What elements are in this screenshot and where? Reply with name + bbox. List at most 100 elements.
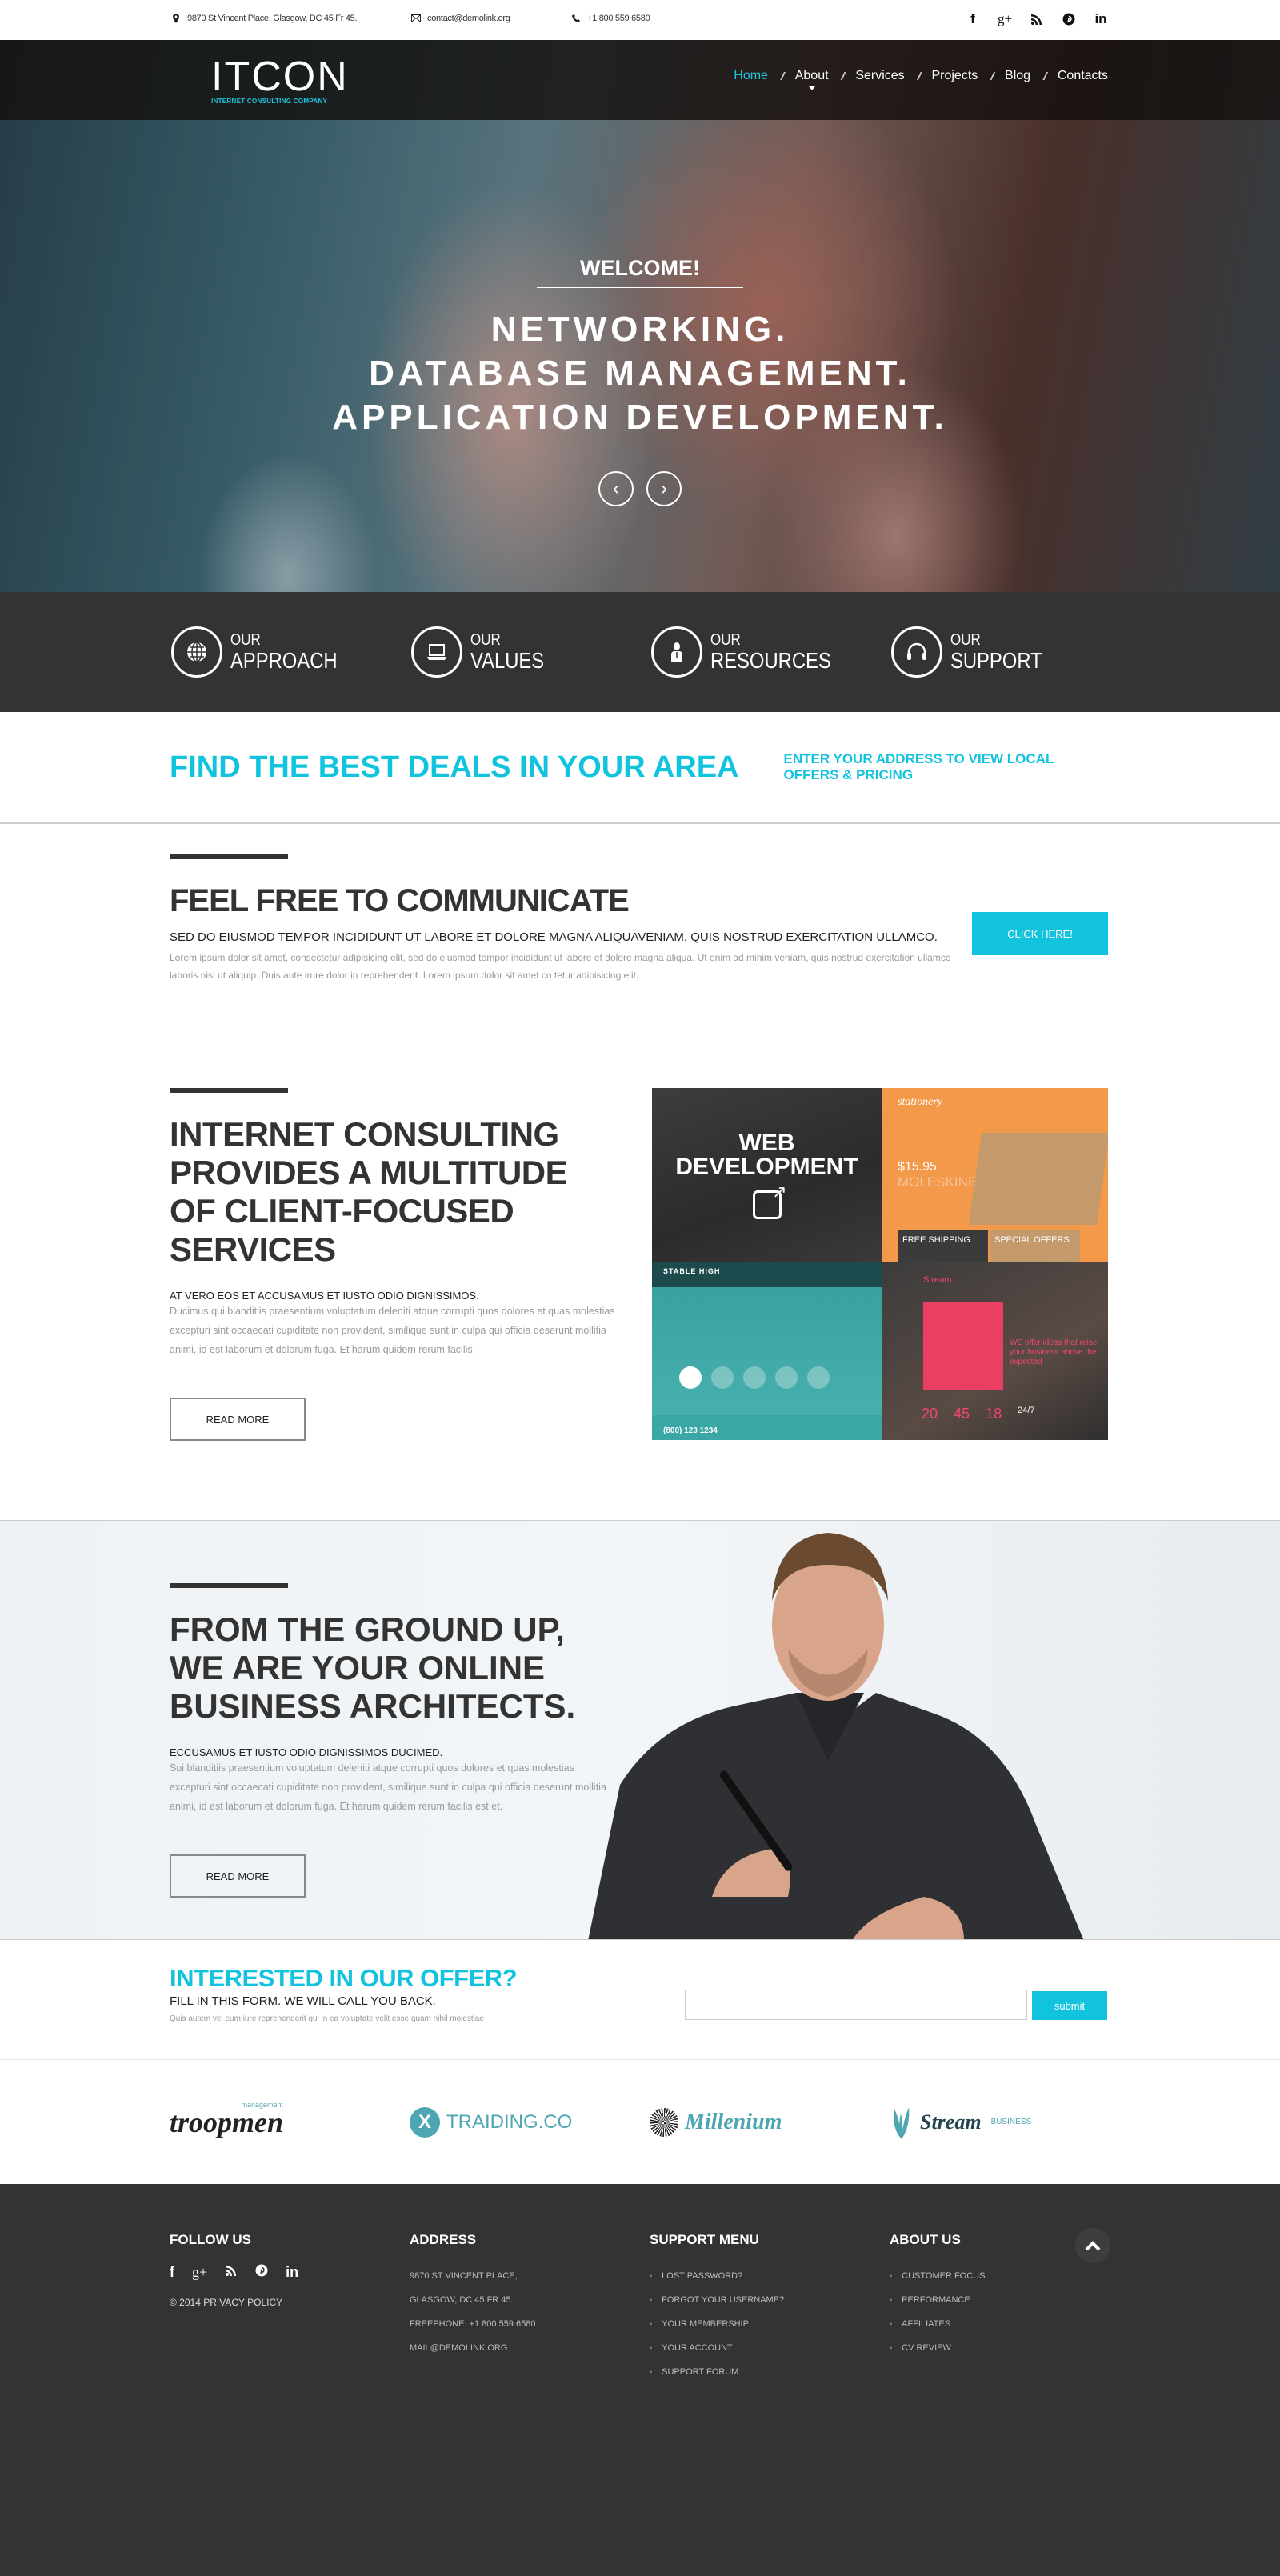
click-here-button[interactable]: CLICK HERE! <box>972 912 1108 955</box>
footer-address: ADDRESS 9870 ST VINCENT PLACE, GLASGOW, … <box>410 2232 650 2576</box>
facebook-icon[interactable]: f <box>170 2264 174 2281</box>
deals-banner: FIND THE BEST DEALS IN YOUR AREA ENTER Y… <box>0 712 1280 824</box>
back-to-top-button[interactable] <box>1075 2228 1110 2263</box>
overlay-title: WEB DEVELOPMENT <box>675 1130 858 1180</box>
feature-values[interactable]: OUR VALUES <box>411 626 651 678</box>
partner-millenium[interactable]: Millenium <box>650 2107 890 2137</box>
hero-line-2: DATABASE MANAGEMENT. <box>369 354 911 393</box>
support-link[interactable]: YOUR ACCOUNT <box>650 2336 890 2360</box>
linkedin-icon[interactable]: in <box>1094 11 1108 27</box>
partner-traiding[interactable]: X TRAIDING.CO <box>410 2106 650 2138</box>
footer-social-links: f g+ in <box>170 2264 410 2281</box>
pinterest-icon[interactable] <box>255 2264 268 2281</box>
read-more-button[interactable]: READ MORE <box>170 1398 306 1441</box>
support-link[interactable]: LOST PASSWORD? <box>650 2264 890 2288</box>
support-link[interactable]: YOUR MEMBERSHIP <box>650 2312 890 2336</box>
hero-caption: WELCOME! NETWORKING. DATABASE MANAGEMENT… <box>0 256 1280 506</box>
about-link[interactable]: AFFILIATES <box>890 2312 1130 2336</box>
submit-button[interactable]: submit <box>1032 1991 1107 2020</box>
top-social-links: f g+ in <box>966 11 1108 27</box>
architects-section: FROM THE GROUND UP, WE ARE YOUR ONLINE B… <box>0 1520 1280 1940</box>
pinterest-icon[interactable] <box>1062 11 1076 27</box>
tile-price: $15.95 <box>898 1160 937 1174</box>
linkedin-icon[interactable]: in <box>286 2264 298 2281</box>
slider-prev-button[interactable]: ‹ <box>598 471 634 506</box>
troopmen-name: troopmen <box>170 2106 284 2138</box>
nav-home[interactable]: Home <box>734 69 768 83</box>
nav-blog[interactable]: Blog <box>1005 69 1030 83</box>
freephone-line: FREEPHONE: +1 800 559 6580 <box>410 2319 536 2329</box>
site-logo[interactable]: ITCON INTERNET CONSULTING COMPANY <box>211 54 349 105</box>
partner-logos: management troopmen X TRAIDING.CO Milleni… <box>0 2060 1280 2184</box>
nav-contacts[interactable]: Contacts <box>1058 69 1108 83</box>
services-lead: AT VERO EOS ET ACCUSAMUS ET IUSTO ODIO D… <box>170 1290 479 1302</box>
facebook-icon[interactable]: f <box>966 11 980 27</box>
google-plus-icon[interactable]: g+ <box>192 2264 207 2281</box>
partner-troopmen[interactable]: management troopmen <box>170 2101 410 2139</box>
tile-brand: stationery <box>898 1096 942 1108</box>
callback-input[interactable] <box>685 1990 1027 2020</box>
gallery-tile-web-development[interactable]: WEB DEVELOPMENT <box>652 1088 882 1262</box>
google-plus-icon[interactable]: g+ <box>998 11 1012 27</box>
support-link[interactable]: SUPPORT FORUM <box>650 2360 890 2384</box>
about-link[interactable]: CUSTOMER FOCUS <box>890 2264 1130 2288</box>
email-link[interactable]: contact@demolink.org <box>427 14 510 23</box>
feature-big: APPROACH <box>230 648 338 673</box>
services-body: Ducimus qui blanditiis praesentium volup… <box>170 1306 615 1355</box>
top-contact-bar: 9870 St Vincent Place, Glasgow, DC 45 Fr… <box>0 0 1280 40</box>
tile-graphic <box>923 1302 1003 1390</box>
slider-next-button[interactable]: › <box>646 471 682 506</box>
gallery-tile-stream[interactable]: Stream WE offer ideas that raise your bu… <box>882 1262 1108 1440</box>
external-link-icon[interactable] <box>752 1182 787 1219</box>
services-text: INTERNET CONSULTING PROVIDES A MULTITUDE… <box>170 1088 618 1441</box>
partner-stream[interactable]: Stream BUSINESS <box>890 2106 1130 2139</box>
deals-subtitle[interactable]: ENTER YOUR ADDRESS TO VIEW LOCAL OFFERS … <box>784 751 1056 783</box>
x-badge-icon: X <box>410 2106 440 2138</box>
troopmen-tag: management <box>241 2100 284 2109</box>
hero-divider <box>537 287 743 288</box>
globe-icon <box>171 626 222 678</box>
feature-big: RESOURCES <box>710 648 831 673</box>
address-line: 9870 ST VINCENT PLACE, <box>410 2271 518 2281</box>
traiding-name: TRAIDING.CO <box>446 2110 573 2133</box>
nav-services[interactable]: Services <box>855 69 904 83</box>
footer-heading: FOLLOW US <box>170 2232 251 2247</box>
email-info: contact@demolink.org <box>411 14 510 23</box>
nav-separator: // <box>780 70 784 82</box>
address-line: GLASGOW, DC 45 FR 45. <box>410 2295 514 2305</box>
about-link[interactable]: PERFORMANCE <box>890 2288 1130 2312</box>
feature-support[interactable]: OUR SUPPORT <box>891 626 1131 678</box>
feature-small: OUR <box>470 631 501 649</box>
communicate-title: FEEL FREE TO COMMUNICATE <box>170 883 630 918</box>
portfolio-gallery: WEB DEVELOPMENT stationery $15.95 MOLESK… <box>652 1088 1108 1440</box>
nav-projects[interactable]: Projects <box>931 69 978 83</box>
businessman-photo <box>588 1533 1084 1939</box>
rss-icon[interactable] <box>225 2264 238 2281</box>
tile-icons <box>679 1366 830 1389</box>
gallery-tile-stable-high[interactable]: STABLE HIGH (800) 123 1234 <box>652 1262 882 1440</box>
feature-resources[interactable]: OUR RESOURCES <box>651 626 891 678</box>
footer-email-link[interactable]: MAIL@DEMOLINK.ORG <box>410 2336 650 2360</box>
support-link[interactable]: FORGOT YOUR USERNAME? <box>650 2288 890 2312</box>
privacy-policy-link[interactable]: © 2014 PRIVACY POLICY <box>170 2297 410 2308</box>
envelope-icon <box>411 14 421 22</box>
chevron-up-icon <box>1085 2241 1101 2251</box>
read-more-button[interactable]: READ MORE <box>170 1854 306 1898</box>
stat: 18 <box>986 1406 1002 1422</box>
nav-about[interactable]: About <box>795 69 829 90</box>
communicate-lead: SED DO EIUSMOD TEMPOR INCIDIDUNT UT LABO… <box>170 930 938 944</box>
about-link[interactable]: CV REVIEW <box>890 2336 1130 2360</box>
feature-approach[interactable]: OUR APPROACH <box>171 626 411 678</box>
stat: 45 <box>954 1406 970 1422</box>
architects-body: Sui blanditiis praesentium voluptatum de… <box>170 1762 606 1812</box>
rss-icon[interactable] <box>1030 11 1044 27</box>
nav-separator: // <box>917 70 921 82</box>
footer-support-menu: SUPPORT MENU LOST PASSWORD? FORGOT YOUR … <box>650 2232 890 2576</box>
communicate-body: Lorem ipsum dolor sit amet, consectetur … <box>170 952 951 981</box>
tile-box-1: FREE SHIPPING <box>898 1230 988 1262</box>
site-footer: FOLLOW US f g+ in © 2014 PRIVACY POLICY … <box>0 2184 1280 2576</box>
tile-box-2: SPECIAL OFFERS <box>990 1230 1080 1262</box>
gallery-tile-stationery[interactable]: stationery $15.95 MOLESKINE FREE SHIPPIN… <box>882 1088 1108 1262</box>
stat: 24/7 <box>1018 1406 1035 1415</box>
laptop-icon <box>411 626 462 678</box>
